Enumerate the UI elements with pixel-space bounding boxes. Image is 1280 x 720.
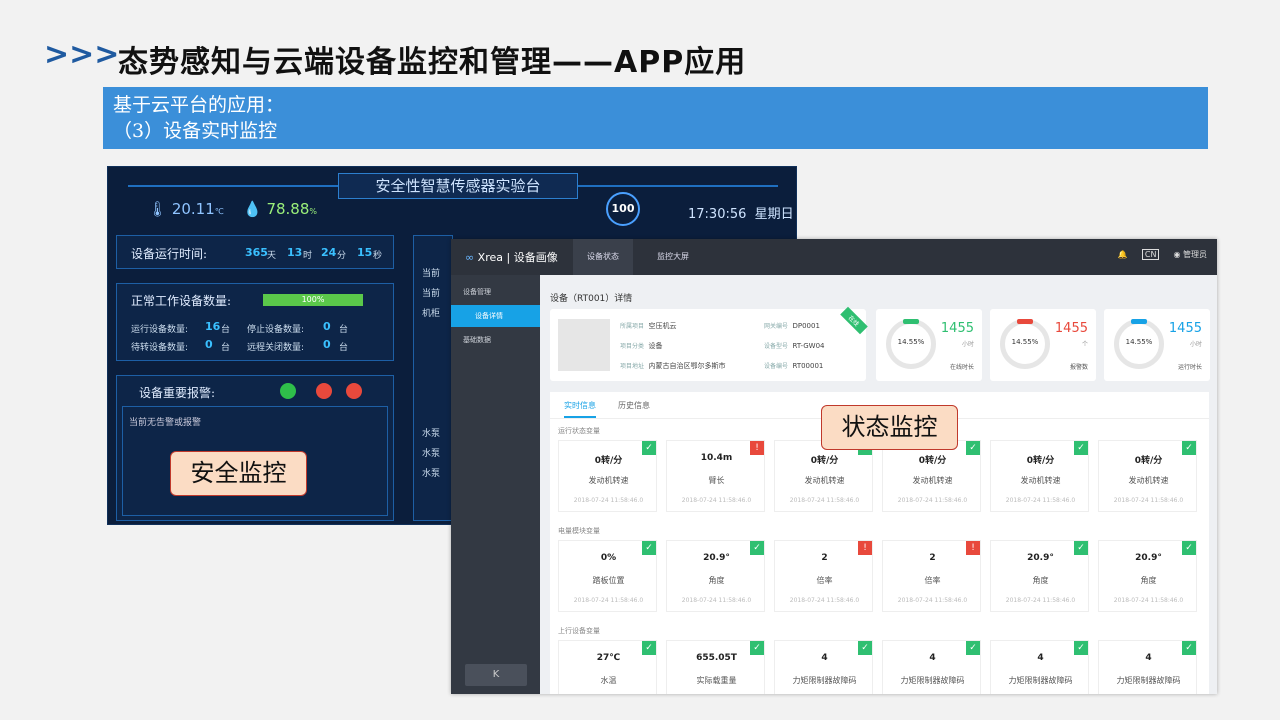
- variable-tile[interactable]: ✓ 0转/分 发动机转速 2018-07-24 11:58:46.0: [558, 440, 657, 512]
- stat-value: 1455: [1168, 321, 1202, 336]
- device-image-placeholder: [558, 319, 610, 371]
- infinity-logo-icon: ∞: [465, 251, 475, 264]
- online-ribbon: 在线: [840, 306, 868, 335]
- stat-caption: 报警数: [1069, 364, 1088, 371]
- device-app-window: ∞ Xrea | 设备画像 设备状态 监控大屏 🔔 CN ◉ 管理员 设备管理 …: [451, 239, 1217, 694]
- stat-value: 1455: [1054, 321, 1088, 336]
- section-label: 运行状态变量: [558, 427, 600, 435]
- variable-tile[interactable]: ! 2 倍率 2018-07-24 11:58:46.0: [882, 540, 981, 612]
- ring-indicator: [1017, 319, 1033, 324]
- language-button[interactable]: CN: [1141, 249, 1160, 260]
- humidity-readout: 💧 78.88%: [243, 200, 318, 218]
- device-info-card: 所属项目 空压机云 网关编号 DP0001 项目分类 设备 设备型号 RT-GW…: [550, 306, 868, 381]
- page-title: 设备（RT001）详情: [550, 294, 633, 304]
- safety-monitor-callout: 安全监控: [170, 451, 307, 496]
- chevron-arrows-icon: >>>: [44, 37, 120, 72]
- variable-tile[interactable]: ✓ 0转/分 发动机转速 2018-07-24 11:58:46.0: [990, 440, 1089, 512]
- tab-history[interactable]: 历史信息: [618, 400, 650, 411]
- variable-tile[interactable]: ✓ 0% 踏板位置 2018-07-24 11:58:46.0: [558, 540, 657, 612]
- temperature-readout: 🌡 20.11℃: [148, 200, 224, 218]
- variable-tile[interactable]: ✓ 0转/分 发动机转速 2018-07-24 11:58:46.0: [882, 440, 981, 512]
- stat-ring: 14.55%: [1000, 319, 1050, 369]
- stat-card: 14.55% 1455 小时 在线时长: [876, 309, 982, 381]
- variable-tile[interactable]: ✓ 4 力矩限制器故障码: [1098, 640, 1197, 694]
- variable-tile[interactable]: ✓ 4 力矩限制器故障码: [774, 640, 873, 694]
- nav-device-status[interactable]: 设备状态: [573, 239, 633, 275]
- stat-caption: 运行时长: [1177, 364, 1202, 371]
- warning-status-icon: [316, 383, 332, 399]
- bell-icon[interactable]: 🔔: [1118, 250, 1128, 259]
- subtitle-line-1: 基于云平台的应用：: [113, 94, 285, 116]
- subtitle-bar: 基于云平台的应用： （3）设备实时监控: [103, 87, 1208, 149]
- collapse-sidebar-button[interactable]: K: [465, 664, 527, 686]
- stat-caption: 在线时长: [949, 364, 974, 371]
- stat-unit: 小时: [961, 341, 974, 348]
- normal-status-dot: [280, 383, 296, 399]
- variable-tile[interactable]: ✓ 20.9° 角度 2018-07-24 11:58:46.0: [990, 540, 1089, 612]
- app-logo: ∞ Xrea | 设备画像: [465, 251, 558, 264]
- variable-tile[interactable]: ! 2 倍率 2018-07-24 11:58:46.0: [774, 540, 873, 612]
- section-label: 电量模块变量: [558, 527, 600, 535]
- slide-title: 态势感知与云端设备监控和管理——APP应用: [118, 45, 747, 80]
- header-line-left: [128, 185, 338, 187]
- top-bar: ∞ Xrea | 设备画像 设备状态 监控大屏 🔔 CN ◉ 管理员: [451, 239, 1217, 275]
- runtime-panel: 设备运行时间: 365 天 13 时 24 分 15 秒: [116, 235, 394, 269]
- variable-tile[interactable]: ! 10.4m 臂长 2018-07-24 11:58:46.0: [666, 440, 765, 512]
- variable-tile[interactable]: ✓ 27℃ 水温: [558, 640, 657, 694]
- nav-monitor-screen[interactable]: 监控大屏: [643, 239, 703, 275]
- right-panel: 当前 当前 机柜 水泵 水泵 水泵: [413, 235, 453, 521]
- avatar-icon: ◉: [1173, 250, 1181, 259]
- variable-tile[interactable]: ✓ 655.05T 实际载重量: [666, 640, 765, 694]
- clock: 17:30:56 星期日: [688, 207, 794, 222]
- normal-devices-progress: 100%: [263, 294, 363, 306]
- variable-tile[interactable]: ✓ 4 力矩限制器故障码: [990, 640, 1089, 694]
- variable-tile[interactable]: ✓ 20.9° 角度 2018-07-24 11:58:46.0: [1098, 540, 1197, 612]
- stat-value: 1455: [940, 321, 974, 336]
- stat-ring: 14.55%: [886, 319, 936, 369]
- variable-tile[interactable]: ✓ 20.9° 角度 2018-07-24 11:58:46.0: [666, 540, 765, 612]
- stat-unit: 个: [1081, 341, 1088, 348]
- ring-indicator: [903, 319, 919, 324]
- stat-card: 14.55% 1455 个 报警数: [990, 309, 1096, 381]
- status-monitor-callout: 状态监控: [821, 405, 958, 450]
- dashboard-title: 安全性智慧传感器实验台: [338, 173, 578, 199]
- user-menu[interactable]: ◉ 管理员: [1173, 249, 1207, 260]
- score-badge: 100: [606, 192, 640, 226]
- sidebar-item-basic-data[interactable]: 基础数据: [451, 329, 540, 351]
- stat-unit: 小时: [1189, 341, 1202, 348]
- section-label: 上行设备变量: [558, 627, 600, 635]
- alarm-status-dot: [346, 383, 362, 399]
- header-line-right: [578, 185, 778, 187]
- subtitle-line-2: （3）设备实时监控: [113, 120, 278, 142]
- variable-tile[interactable]: ✓ 0转/分 发动机转速 2018-07-24 11:58:46.0: [774, 440, 873, 512]
- main-content: 设备（RT001）详情 所属项目 空压机云 网关编号 DP0001 项目分类 设…: [540, 275, 1217, 694]
- sidebar-item-device-mgmt[interactable]: 设备管理: [451, 281, 540, 303]
- sidebar-item-device-detail[interactable]: 设备详情: [451, 305, 540, 327]
- variable-tile[interactable]: ✓ 0转/分 发动机转速 2018-07-24 11:58:46.0: [1098, 440, 1197, 512]
- stat-ring: 14.55%: [1114, 319, 1164, 369]
- ring-indicator: [1131, 319, 1147, 324]
- variable-tile[interactable]: ✓ 4 力矩限制器故障码: [882, 640, 981, 694]
- stat-card: 14.55% 1455 小时 运行时长: [1104, 309, 1210, 381]
- sidebar: 设备管理 设备详情 基础数据 K: [451, 275, 540, 694]
- tab-realtime[interactable]: 实时信息: [564, 400, 596, 418]
- top-icons: 🔔 CN ◉ 管理员: [1118, 249, 1207, 260]
